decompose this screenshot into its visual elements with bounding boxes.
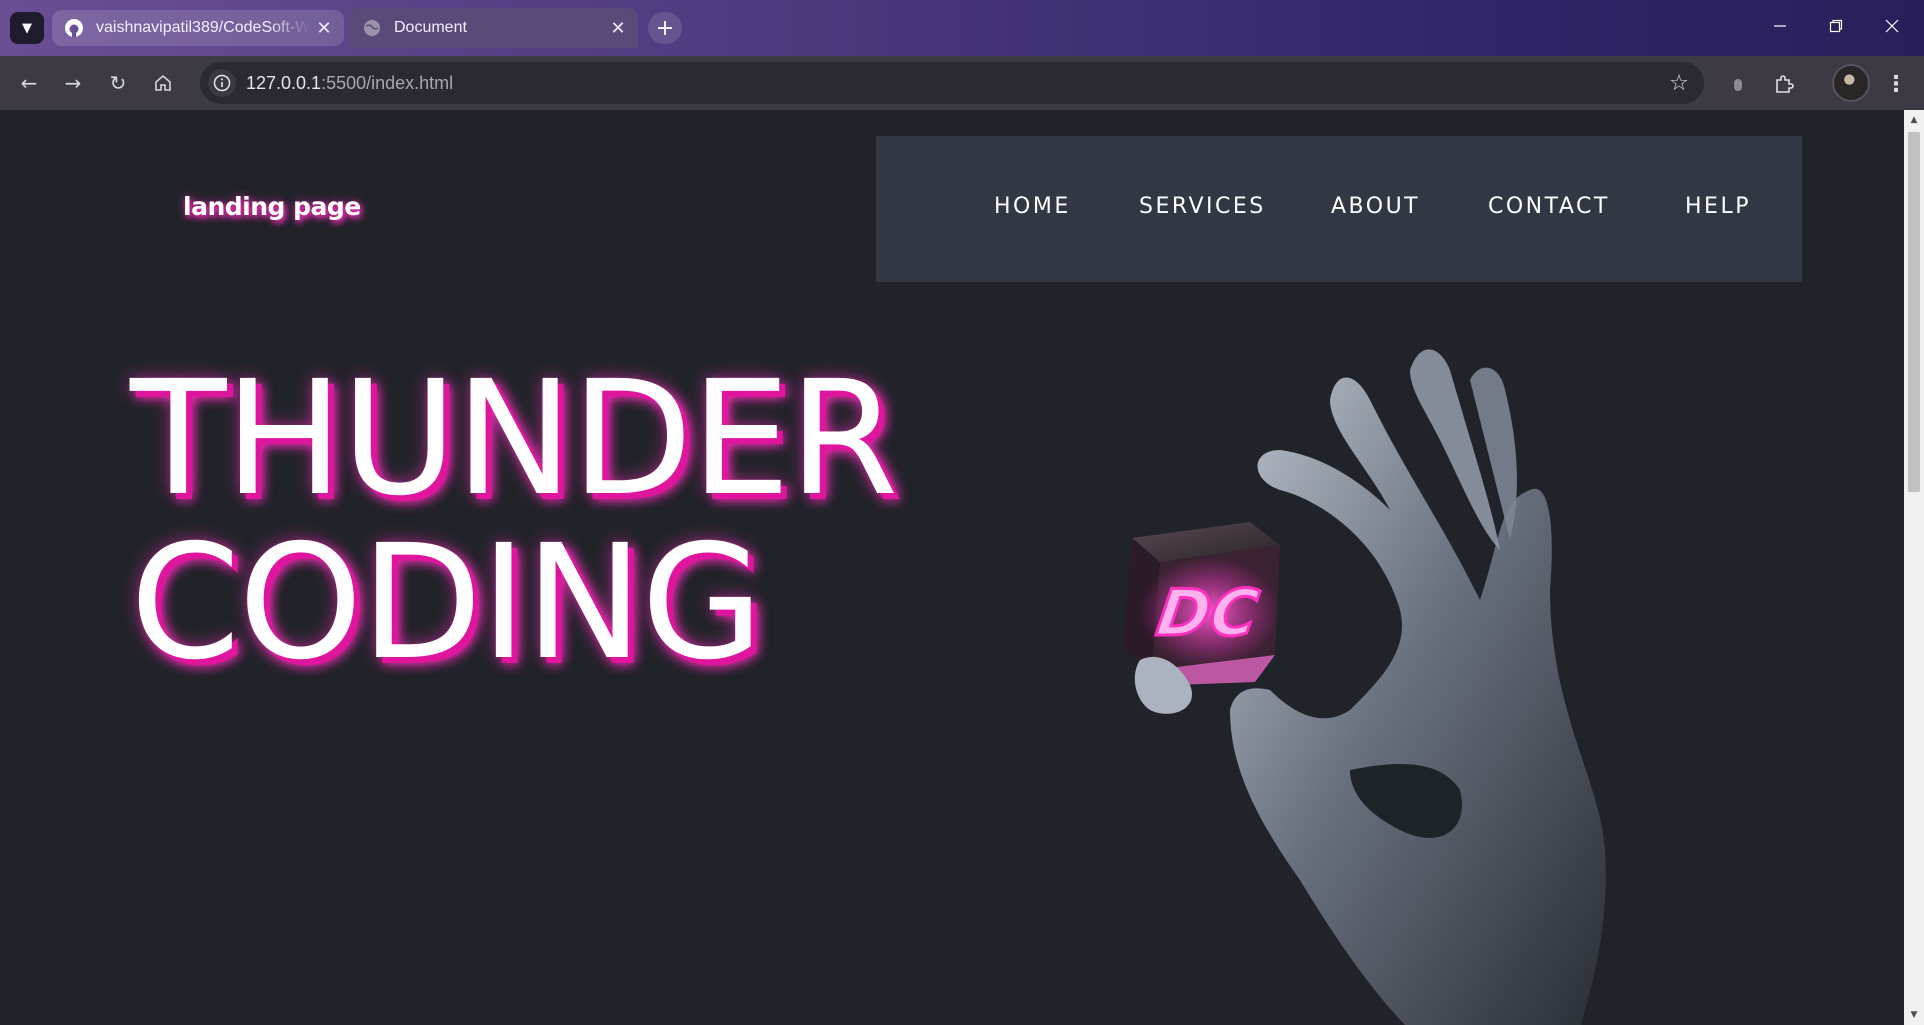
browser-tab-bar: ▼ vaishnavipatil389/CodeSoft-We ✕ Docume… [0, 0, 1924, 56]
chevron-down-icon: ▼ [22, 20, 32, 36]
tab-title: Document [394, 19, 467, 36]
restore-icon [1829, 19, 1843, 33]
reload-icon: ↻ [109, 71, 127, 95]
scroll-down-icon[interactable]: ▼ [1908, 1009, 1920, 1021]
reload-button[interactable]: ↻ [101, 66, 135, 100]
url-path: :5500/index.html [321, 72, 454, 93]
minimize-button[interactable] [1756, 10, 1804, 42]
home-icon [155, 74, 171, 91]
more-vertical-icon: ⋮ [1885, 71, 1907, 97]
menu-button[interactable]: ⋮ [1880, 68, 1912, 100]
site-info-icon[interactable] [208, 69, 236, 97]
arrow-right-icon: → [64, 71, 82, 95]
forward-button[interactable]: → [56, 66, 90, 100]
restore-button[interactable] [1812, 10, 1860, 42]
hero-title-line-1: THUNDER [130, 347, 898, 531]
tab-document[interactable]: Document ✕ [350, 8, 638, 48]
tab-title: vaishnavipatil389/CodeSoft-We [96, 19, 310, 36]
close-tab-icon[interactable]: ✕ [604, 14, 632, 42]
arrow-left-icon: ← [20, 71, 38, 95]
scrollbar-thumb[interactable] [1908, 132, 1920, 492]
close-tab-icon[interactable]: ✕ [310, 14, 338, 42]
plus-icon: + [655, 15, 675, 41]
github-icon [64, 18, 84, 38]
bookmark-star-icon[interactable]: ☆ [1666, 70, 1692, 96]
close-icon [1885, 19, 1899, 33]
tab-search-button[interactable]: ▼ [10, 12, 44, 44]
url-host: 127.0.0.1 [246, 72, 322, 93]
home-button[interactable] [146, 66, 180, 100]
nav-about-link[interactable]: ABOUT [1331, 194, 1420, 219]
hero-title-line-2: CODING [130, 511, 764, 695]
main-nav: HOME SERVICES ABOUT CONTACT HELP [876, 136, 1802, 282]
close-window-button[interactable] [1868, 10, 1916, 42]
new-tab-button[interactable]: + [648, 12, 682, 44]
url-text: 127.0.0.1:5500/index.html [246, 73, 453, 94]
address-bar[interactable]: 127.0.0.1:5500/index.html ☆ [200, 62, 1704, 104]
site-logo[interactable]: landing page [183, 192, 361, 221]
page-scrollbar[interactable]: ▲ ▼ [1904, 110, 1924, 1025]
browser-toolbar: ← → ↻ 127.0.0.1:5500/index.html ☆ ⋮ [0, 56, 1924, 110]
page-viewport: landing page HOME SERVICES ABOUT CONTACT… [0, 110, 1904, 1025]
nav-help-link[interactable]: HELP [1685, 194, 1751, 219]
globe-icon [362, 18, 382, 38]
nav-contact-link[interactable]: CONTACT [1488, 194, 1610, 219]
scroll-up-icon[interactable]: ▲ [1908, 114, 1920, 126]
puzzle-icon [1776, 75, 1794, 93]
cube-label: DC [1152, 576, 1263, 651]
back-button[interactable]: ← [12, 66, 46, 100]
nav-services-link[interactable]: SERVICES [1139, 194, 1266, 219]
profile-avatar[interactable] [1832, 64, 1870, 102]
nav-home-link[interactable]: HOME [994, 194, 1071, 219]
extensions-button[interactable] [1768, 68, 1800, 100]
hero-hand-image: DC [1122, 349, 1606, 1025]
tab-github[interactable]: vaishnavipatil389/CodeSoft-We ✕ [52, 10, 344, 46]
minimize-icon [1774, 25, 1786, 27]
extension-icon[interactable] [1722, 68, 1754, 100]
